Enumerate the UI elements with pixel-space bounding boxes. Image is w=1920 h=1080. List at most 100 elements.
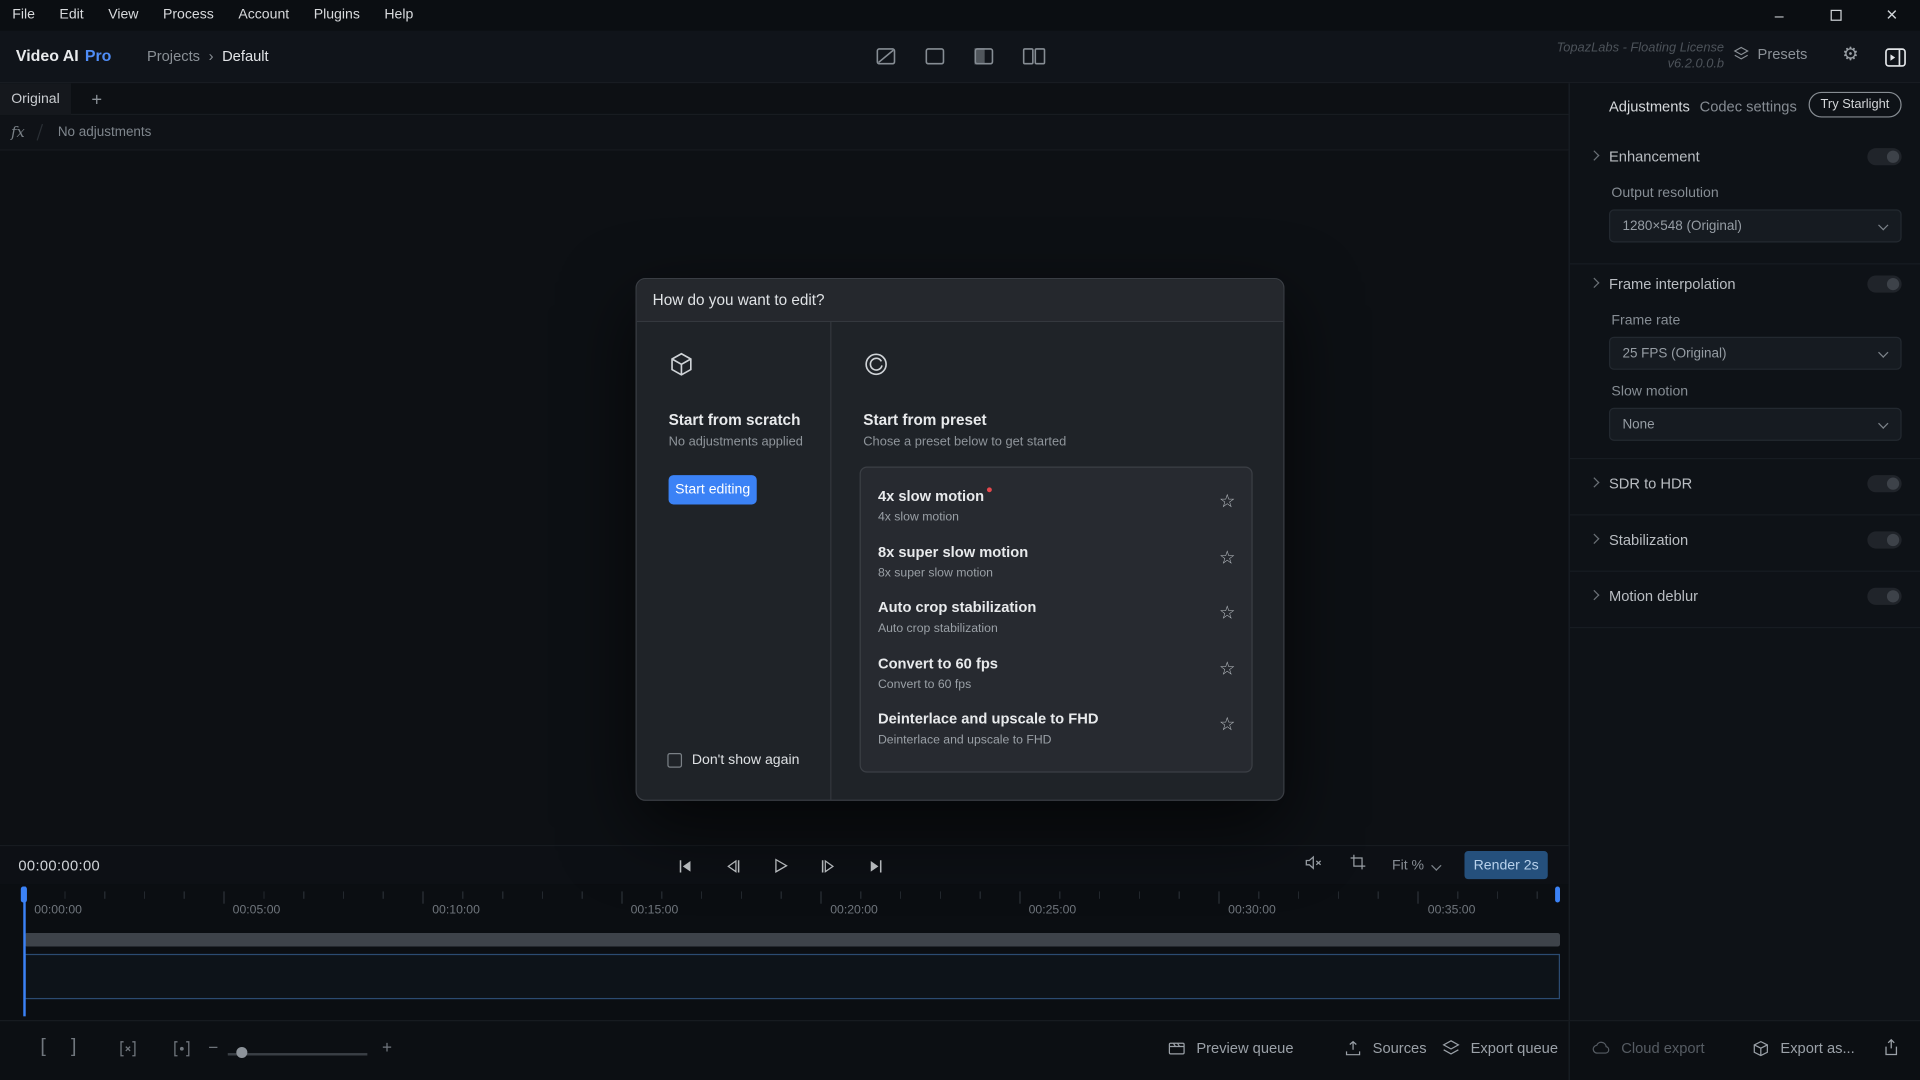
section-enhancement[interactable]: Enhancement — [1570, 147, 1920, 167]
chevron-right-icon — [1589, 477, 1599, 487]
video-track[interactable] — [24, 954, 1560, 999]
maximize-button[interactable] — [1807, 0, 1863, 31]
playback-right-controls: Fit % Render 2s — [1303, 851, 1548, 879]
sdr-to-hdr-toggle[interactable] — [1867, 475, 1901, 492]
slow-motion-label: Slow motion — [1611, 384, 1688, 399]
share-icon — [1881, 1037, 1902, 1058]
start-from-scratch-column: Start from scratch No adjustments applie… — [637, 322, 830, 801]
mute-icon[interactable] — [1303, 852, 1324, 879]
timeline-scrollbar[interactable] — [24, 933, 1560, 946]
view-split-icon[interactable] — [973, 44, 994, 68]
favorite-star-icon[interactable]: ☆ — [1219, 490, 1235, 512]
preset-item[interactable]: 4x slow motion 4x slow motion ☆ — [861, 475, 1252, 531]
separator — [1570, 627, 1920, 628]
zoom-fit-dropdown[interactable]: Fit % — [1392, 858, 1440, 873]
set-in-point-button[interactable]: [ — [40, 1036, 45, 1058]
favorite-star-icon[interactable]: ☆ — [1219, 713, 1235, 735]
minimize-button[interactable]: – — [1751, 0, 1807, 31]
dont-show-again-checkbox[interactable] — [667, 753, 682, 768]
output-resolution-dropdown[interactable]: 1280×548 (Original) — [1609, 209, 1902, 242]
crop-icon[interactable] — [1348, 852, 1368, 878]
menu-view[interactable]: View — [96, 0, 151, 31]
preview-queue-button[interactable]: Preview queue — [1167, 1038, 1294, 1058]
stabilization-label: Stabilization — [1609, 531, 1688, 548]
export-queue-button[interactable]: Export queue — [1441, 1038, 1558, 1058]
frame-rate-dropdown[interactable]: 25 FPS (Original) — [1609, 337, 1902, 370]
skip-to-end-button[interactable] — [862, 852, 889, 879]
tab-original[interactable]: Original — [0, 83, 71, 115]
timeline[interactable]: 00:00:00 00:05:00 00:10:00 00:15:00 00:2… — [0, 884, 1569, 1020]
section-motion-deblur[interactable]: Motion deblur — [1570, 587, 1920, 607]
out-point-marker[interactable] — [1555, 887, 1560, 903]
render-button[interactable]: Render 2s — [1464, 851, 1547, 879]
menu-file[interactable]: File — [0, 0, 47, 31]
close-button[interactable]: × — [1864, 0, 1920, 31]
export-as-button[interactable]: Export as... — [1751, 1038, 1855, 1058]
menu-plugins[interactable]: Plugins — [301, 0, 372, 31]
view-original-icon[interactable] — [924, 44, 945, 68]
favorite-star-icon[interactable]: ☆ — [1219, 546, 1235, 568]
playhead-line — [23, 887, 25, 1017]
timeline-zoom-slider[interactable] — [228, 1053, 368, 1055]
frame-interpolation-label: Frame interpolation — [1609, 276, 1736, 293]
tick-label: 00:35:00 — [1428, 904, 1476, 917]
set-out-point-button[interactable]: ] — [71, 1036, 76, 1058]
start-from-scratch-title: Start from scratch — [669, 411, 801, 428]
try-starlight-button[interactable]: Try Starlight — [1808, 92, 1901, 118]
menu-help[interactable]: Help — [372, 0, 425, 31]
motion-deblur-toggle[interactable] — [1867, 588, 1901, 605]
settings-gear-icon[interactable]: ⚙ — [1842, 43, 1858, 65]
dont-show-again-label: Don't show again — [692, 753, 800, 768]
presets-button[interactable]: Presets — [1733, 45, 1807, 62]
frame-interpolation-toggle[interactable] — [1867, 276, 1901, 293]
previous-frame-button[interactable] — [719, 852, 746, 879]
share-button[interactable] — [1881, 1037, 1902, 1064]
section-sdr-to-hdr[interactable]: SDR to HDR — [1570, 474, 1920, 494]
zoom-in-button[interactable]: + — [382, 1037, 392, 1057]
tick-label: 00:05:00 — [233, 904, 281, 917]
preset-item[interactable]: Deinterlace and upscale to FHD Deinterla… — [861, 698, 1252, 754]
focus-playhead-button[interactable] — [171, 1038, 192, 1065]
preset-item[interactable]: 8x super slow motion 8x super slow motio… — [861, 531, 1252, 587]
window-controls: – × — [1751, 0, 1920, 31]
playhead-handle[interactable] — [21, 887, 27, 903]
presets-icon — [1733, 45, 1750, 62]
tab-adjustments[interactable]: Adjustments — [1609, 98, 1690, 115]
menu-account[interactable]: Account — [226, 0, 301, 31]
sources-icon — [1343, 1038, 1363, 1058]
next-frame-button[interactable] — [814, 852, 841, 879]
dialog-body: Start from scratch No adjustments applie… — [637, 322, 1284, 801]
toggle-right-panel-button[interactable] — [1880, 42, 1912, 74]
tick-label: 00:15:00 — [631, 904, 679, 917]
dont-show-again-row[interactable]: Don't show again — [667, 753, 799, 768]
favorite-star-icon[interactable]: ☆ — [1219, 657, 1235, 679]
start-editing-button[interactable]: Start editing — [669, 475, 757, 504]
section-frame-interpolation[interactable]: Frame interpolation — [1570, 274, 1920, 294]
stabilization-toggle[interactable] — [1867, 531, 1901, 548]
preset-item[interactable]: Convert to 60 fps Convert to 60 fps ☆ — [861, 642, 1252, 698]
menu-process[interactable]: Process — [151, 0, 226, 31]
cloud-export-button[interactable]: Cloud export — [1592, 1038, 1705, 1058]
tab-codec-settings[interactable]: Codec settings — [1700, 98, 1797, 115]
clear-trim-button[interactable] — [118, 1038, 139, 1065]
play-button[interactable] — [767, 852, 794, 879]
add-tab-button[interactable]: + — [83, 86, 110, 113]
slow-motion-dropdown[interactable]: None — [1609, 408, 1902, 441]
preset-item[interactable]: Auto crop stabilization Auto crop stabil… — [861, 587, 1252, 643]
start-from-preset-column: Start from preset Chose a preset below t… — [830, 322, 1286, 801]
breadcrumb-default[interactable]: Default — [222, 48, 269, 65]
zoom-slider-knob[interactable] — [236, 1047, 247, 1058]
zoom-out-button[interactable]: − — [208, 1037, 218, 1057]
section-stabilization[interactable]: Stabilization — [1570, 530, 1920, 550]
menu-edit[interactable]: Edit — [47, 0, 96, 31]
view-single-icon[interactable] — [876, 44, 897, 68]
app-brand: Video AIPro — [16, 47, 111, 65]
sources-button[interactable]: Sources — [1343, 1038, 1426, 1058]
separator — [1570, 263, 1920, 264]
breadcrumb-projects[interactable]: Projects — [147, 48, 200, 65]
enhancement-toggle[interactable] — [1867, 148, 1901, 165]
favorite-star-icon[interactable]: ☆ — [1219, 601, 1235, 623]
chevron-right-icon — [1589, 278, 1599, 288]
view-side-by-side-icon[interactable] — [1022, 44, 1045, 68]
skip-to-start-button[interactable] — [671, 852, 698, 879]
